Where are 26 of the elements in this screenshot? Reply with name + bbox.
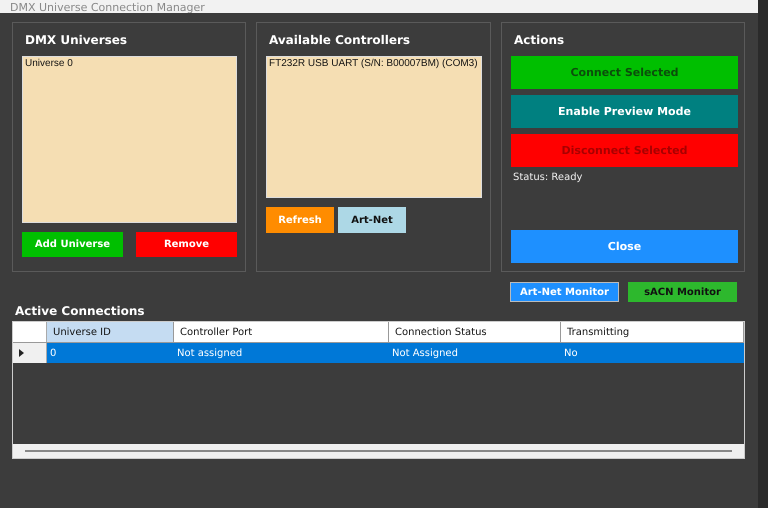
column-header[interactable]: Transmitting — [561, 322, 744, 342]
panel-title: Actions — [514, 33, 566, 47]
universe-list[interactable]: Universe 0 — [22, 56, 237, 223]
controller-button[interactable]: Art-Net — [338, 207, 406, 233]
controller-list[interactable]: FT232R USB UART (S/N: B00007BM) (COM3) — [266, 56, 482, 198]
table-cell: 0 — [47, 343, 174, 363]
column-header[interactable]: Connection Status — [389, 322, 561, 342]
table-cell: Not assigned — [174, 343, 389, 363]
table-cell: Not Assigned — [389, 343, 561, 363]
column-header[interactable]: Universe ID — [47, 322, 174, 342]
monitor-button[interactable]: sACN Monitor — [628, 282, 737, 302]
action-button[interactable]: Enable Preview Mode — [511, 95, 738, 128]
section-title: Active Connections — [15, 304, 146, 318]
column-header[interactable]: Controller Port — [174, 322, 389, 342]
horizontal-scrollbar[interactable] — [13, 444, 744, 458]
panel-title: Available Controllers — [269, 33, 412, 47]
controller-list-item[interactable]: FT232R USB UART (S/N: B00007BM) (COM3) — [269, 58, 478, 69]
universe-list-item[interactable]: Universe 0 — [25, 58, 73, 69]
action-button[interactable]: Connect Selected — [511, 56, 738, 89]
status-text: Status: Ready — [513, 172, 584, 183]
panel-title: DMX Universes — [25, 33, 128, 47]
table-row[interactable]: 0 Not assigned Not Assigned No — [13, 343, 744, 363]
row-pointer-icon — [19, 349, 24, 357]
window-title: DMX Universe Connection Manager — [10, 2, 205, 13]
universe-button[interactable]: Remove — [136, 232, 237, 257]
table-cell: No — [561, 343, 744, 363]
